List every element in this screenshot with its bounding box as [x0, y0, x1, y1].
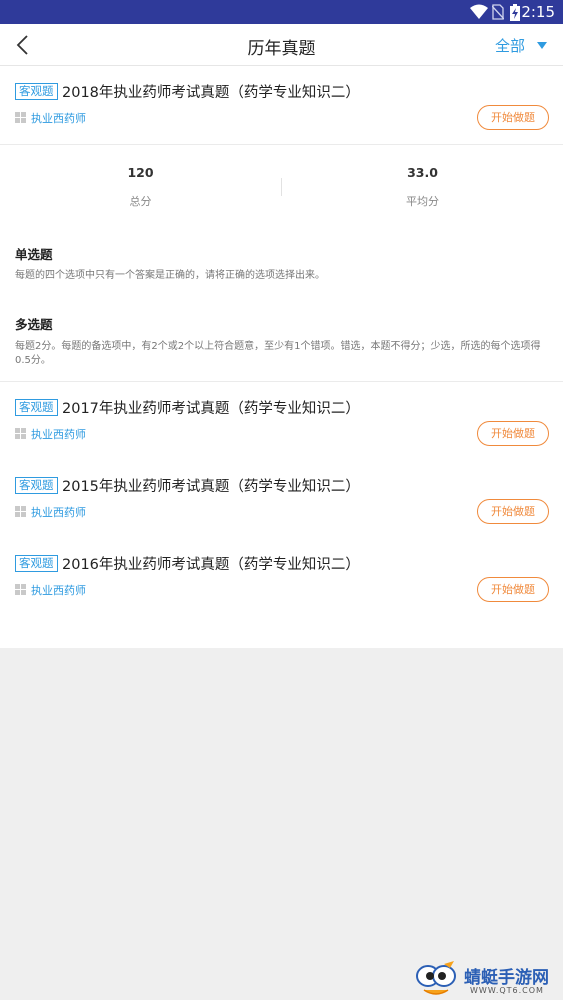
start-exam-button[interactable]: 开始做题	[477, 105, 549, 130]
exam-item[interactable]: 客观题 2015年执业药师考试真题（药学专业知识二） 执业西药师 开始做题	[0, 460, 563, 532]
total-score-label: 总分	[129, 195, 152, 208]
clock: 2:15	[521, 3, 555, 21]
exam-item[interactable]: 客观题 2016年执业药师考试真题（药学专业知识二） 执业西药师 开始做题	[0, 538, 563, 610]
navigation-bar: 历年真题 全部	[0, 24, 563, 66]
exam-list: 客观题 2018年执业药师考试真题（药学专业知识二） 执业西药师 开始做题 12…	[0, 66, 563, 648]
status-bar: 2:15	[0, 0, 563, 24]
filter-dropdown[interactable]: 全部	[495, 35, 547, 56]
no-sim-icon	[492, 4, 504, 20]
exam-category: 执业西药师	[31, 428, 86, 441]
total-score: 120 总分	[0, 146, 281, 209]
total-score-value: 120	[127, 165, 154, 180]
objective-tag: 客观题	[15, 477, 58, 494]
start-exam-button[interactable]: 开始做题	[477, 577, 549, 602]
single-choice-description: 每题的四个选项中只有一个答案是正确的，请将正确的选项选择出来。	[15, 270, 325, 281]
filter-label: 全部	[494, 37, 525, 55]
multiple-choice-description: 每题2分。每题的备选项中，有2个或2个以上符合题意，至少有1个错项。错选，本题不…	[15, 341, 541, 366]
exam-category: 执业西药师	[31, 506, 86, 519]
triangle-down-icon	[537, 42, 547, 49]
watermark-name: 蜻蜓手游网	[464, 968, 549, 988]
average-score-value: 33.0	[407, 165, 438, 180]
exam-item[interactable]: 客观题 2017年执业药师考试真题（药学专业知识二） 执业西药师 开始做题	[0, 382, 563, 454]
average-score: 33.0 平均分	[282, 146, 563, 209]
exam-title: 2017年执业药师考试真题（药学专业知识二）	[62, 401, 360, 417]
exam-title: 2018年执业药师考试真题（药学专业知识二）	[62, 85, 360, 101]
exam-item[interactable]: 客观题 2018年执业药师考试真题（药学专业知识二） 执业西药师 开始做题	[0, 66, 563, 138]
grid-icon	[15, 112, 26, 123]
grid-icon	[15, 428, 26, 439]
watermark-url: WWW.QT6.COM	[470, 986, 544, 995]
wifi-icon	[470, 4, 488, 19]
objective-tag: 客观题	[15, 399, 58, 416]
score-stats: 120 总分 33.0 平均分	[0, 146, 563, 216]
dragonfly-logo-icon	[416, 961, 456, 995]
grid-icon	[15, 506, 26, 517]
objective-tag: 客观题	[15, 555, 58, 572]
battery-charging-icon	[510, 4, 520, 21]
single-choice-title: 单选题	[15, 247, 53, 262]
grid-icon	[15, 584, 26, 595]
start-exam-button[interactable]: 开始做题	[477, 499, 549, 524]
multiple-choice-title: 多选题	[15, 317, 53, 332]
objective-tag: 客观题	[15, 83, 58, 100]
start-exam-button[interactable]: 开始做题	[477, 421, 549, 446]
exam-title: 2016年执业药师考试真题（药学专业知识二）	[62, 557, 360, 573]
page-title: 历年真题	[247, 39, 316, 59]
exam-title: 2015年执业药师考试真题（药学专业知识二）	[62, 479, 360, 495]
average-score-label: 平均分	[406, 195, 439, 208]
exam-category: 执业西药师	[31, 584, 86, 597]
divider	[0, 144, 563, 145]
watermark: 蜻蜓手游网 WWW.QT6.COM	[414, 960, 562, 998]
exam-category: 执业西药师	[31, 112, 86, 125]
